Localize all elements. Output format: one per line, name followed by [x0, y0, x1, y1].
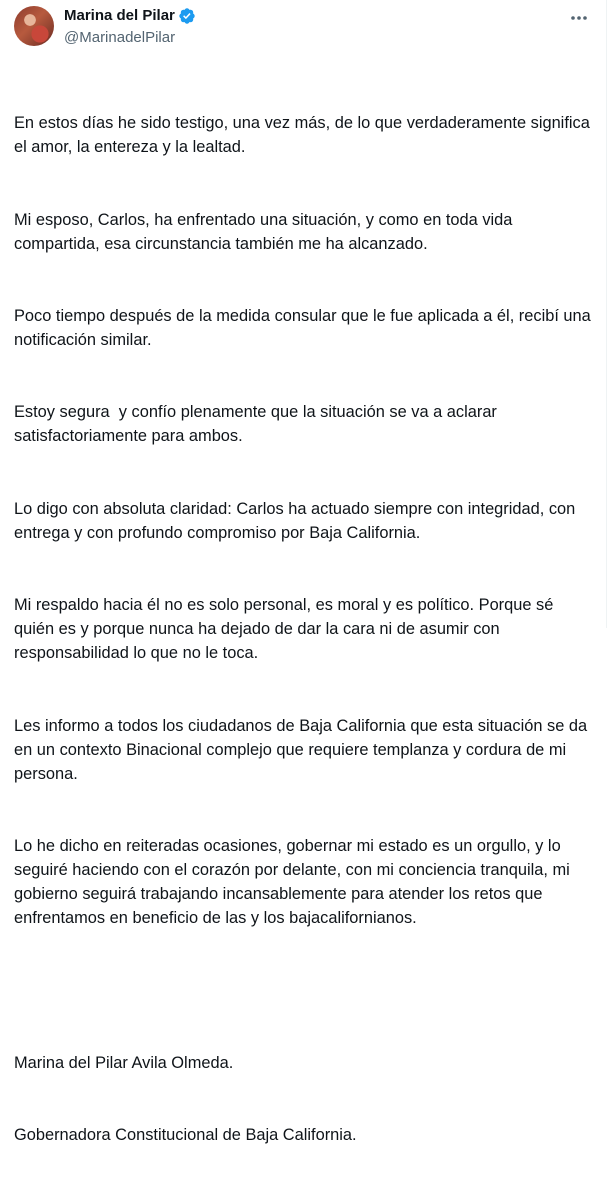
name-row: Marina del Pilar [64, 6, 196, 26]
tweet-paragraph: En estos días he sido testigo, una vez m… [14, 114, 595, 157]
verified-badge-icon [179, 8, 195, 24]
tweet-header: Marina del Pilar @MarinadelPilar [14, 6, 593, 48]
more-options-icon [571, 16, 587, 20]
tweet-paragraph: Poco tiempo después de la medida consula… [14, 306, 596, 350]
avatar[interactable] [14, 6, 54, 46]
tweet-paragraph: Lo he dicho en reiteradas ocasiones, gob… [14, 837, 575, 928]
signature-title: Gobernadora Constitucional de Baja Calif… [14, 1126, 357, 1145]
tweet-paragraph: Lo digo con absoluta claridad: Carlos ha… [14, 499, 580, 542]
more-options-button[interactable] [565, 8, 593, 28]
author-handle[interactable]: @MarinadelPilar [64, 28, 196, 48]
tweet-card: Marina del Pilar @MarinadelPilar En esto… [0, 0, 607, 1144]
tweet-paragraph: Estoy segura y confío plenamente que la … [14, 403, 502, 446]
tweet-paragraph: Mi esposo, Carlos, ha enfrentado una sit… [14, 210, 517, 253]
author-display-name[interactable]: Marina del Pilar [64, 6, 175, 26]
tweet-paragraph: Mi respaldo hacia él no es solo personal… [14, 596, 558, 663]
author-info: Marina del Pilar @MarinadelPilar [64, 6, 196, 48]
tweet-text: En estos días he sido testigo, una vez m… [14, 63, 594, 1195]
tweet-paragraph: Les informo a todos los ciudadanos de Ba… [14, 716, 592, 783]
signature-name: Marina del Pilar Avila Olmeda. [14, 1053, 234, 1072]
